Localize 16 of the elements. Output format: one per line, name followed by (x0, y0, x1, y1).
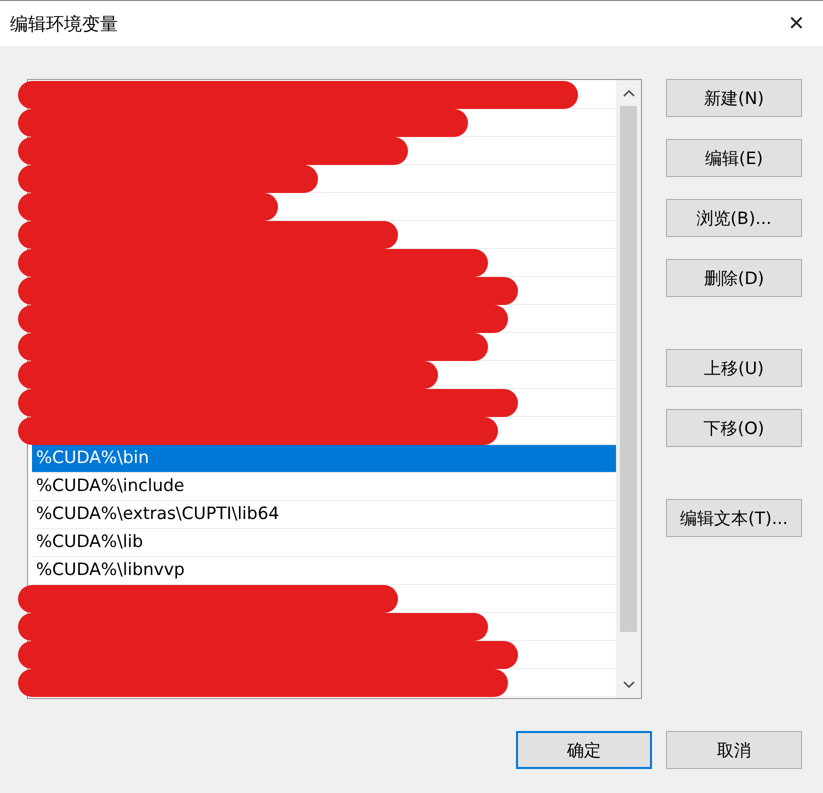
list-item[interactable]: %CUDA%\bin (32, 445, 616, 473)
action-button[interactable]: 删除(D) (666, 259, 802, 297)
action-button[interactable]: 新建(N) (666, 79, 802, 117)
list-item[interactable]: %CUDA%\extras\CUPTI\lib64 (32, 501, 616, 529)
scrollbar-thumb[interactable] (620, 106, 637, 632)
action-button[interactable]: 上移(U) (666, 349, 802, 387)
close-button[interactable]: ✕ (784, 11, 809, 36)
dialog-button[interactable]: 确定 (516, 731, 652, 769)
action-button[interactable]: 编辑文本(T)... (666, 499, 802, 537)
action-button[interactable]: 编辑(E) (666, 139, 802, 177)
list-item[interactable]: %CUDA%\lib (32, 529, 616, 557)
action-button[interactable]: 下移(O) (666, 409, 802, 447)
action-button[interactable]: 浏览(B)... (666, 199, 802, 237)
window-title: 编辑环境变量 (10, 12, 118, 36)
dialog-button[interactable]: 取消 (666, 731, 802, 769)
list-item[interactable]: %CUDA%\include (32, 473, 616, 501)
